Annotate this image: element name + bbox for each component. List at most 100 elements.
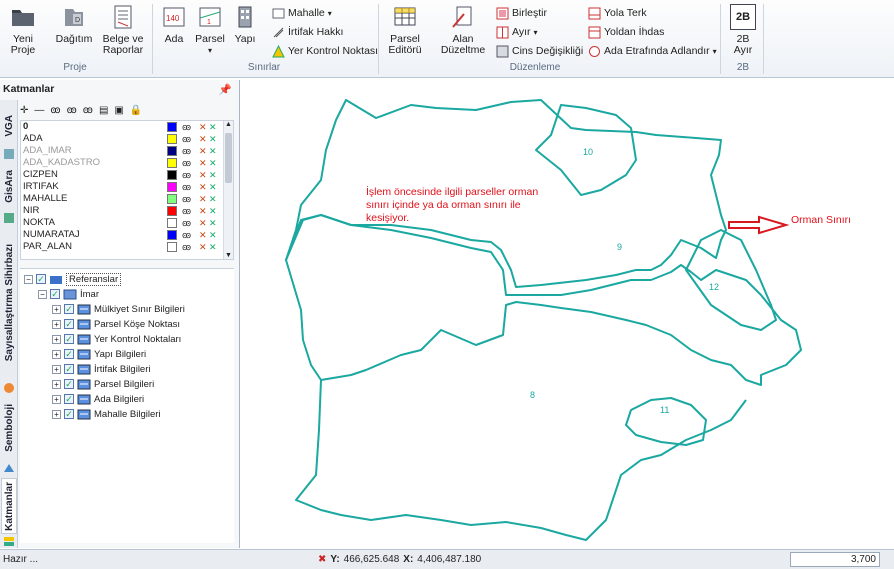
- lock-icon[interactable]: ✕: [209, 145, 217, 157]
- lock-icon[interactable]: ✕: [209, 205, 217, 217]
- tree-node-item[interactable]: + ✓ Mahalle Bilgileri: [52, 407, 161, 421]
- tab-digitizing-wizard[interactable]: Sayısallaştırma Sihirbazı: [1, 228, 17, 378]
- add-layer-icon[interactable]: ✛: [20, 105, 28, 116]
- tree-node-item[interactable]: + ✓ Yer Kontrol Noktaları: [52, 332, 181, 346]
- tree-node-item[interactable]: + ✓ Parsel Bilgileri: [52, 377, 154, 391]
- eye-icon[interactable]: ꙭ: [182, 169, 191, 181]
- control-point-button[interactable]: Yer Kontrol Noktası: [272, 43, 378, 59]
- lock-icon[interactable]: 🔒: [130, 105, 142, 116]
- collapse-toggle[interactable]: −: [38, 289, 47, 299]
- tree-node-imar[interactable]: − ✓ İmar: [38, 287, 99, 301]
- tree-node-item[interactable]: + ✓ Parsel Köşe Noktası: [52, 317, 180, 331]
- eye-icon[interactable]: ꙭ: [182, 241, 191, 253]
- layer-color-swatch[interactable]: [167, 206, 177, 216]
- expand-toggle[interactable]: +: [52, 364, 61, 374]
- road-abandon-button[interactable]: Yola Terk: [588, 5, 647, 21]
- road-create-button[interactable]: Yoldan İhdas: [588, 24, 664, 40]
- visibility-icon[interactable]: ꙭ: [50, 105, 60, 116]
- layer-row[interactable]: NUMARATAJ ꙭ ✕ ✕: [21, 229, 233, 241]
- checkbox[interactable]: ✓: [64, 379, 74, 389]
- freeze-icon[interactable]: ✕: [199, 133, 207, 145]
- layer-row[interactable]: CIZPEN ꙭ ✕ ✕: [21, 169, 233, 181]
- expand-toggle[interactable]: +: [52, 334, 61, 344]
- layer-color-swatch[interactable]: [167, 242, 177, 252]
- lock-icon[interactable]: ✕: [209, 241, 217, 253]
- lock-icon[interactable]: ✕: [209, 133, 217, 145]
- checkbox[interactable]: ✓: [64, 304, 74, 314]
- freeze-icon[interactable]: ✕: [199, 157, 207, 169]
- freeze-icon[interactable]: ✕: [199, 205, 207, 217]
- layer-row[interactable]: ADA_IMAR ꙭ ✕ ✕: [21, 145, 233, 157]
- eye-icon[interactable]: ꙭ: [182, 157, 191, 169]
- tab-layers[interactable]: Katmanlar: [1, 478, 17, 534]
- layer-color-swatch[interactable]: [167, 134, 177, 144]
- tree-node-item[interactable]: + ✓ İrtifak Bilgileri: [52, 362, 151, 376]
- expand-toggle[interactable]: +: [52, 349, 61, 359]
- collapse-toggle[interactable]: −: [24, 274, 33, 284]
- layer-row[interactable]: ADA ꙭ ✕ ✕: [21, 133, 233, 145]
- irtifak-button[interactable]: İrtifak Hakkı: [272, 24, 343, 40]
- expand-toggle[interactable]: +: [52, 394, 61, 404]
- checkbox[interactable]: ✓: [64, 364, 74, 374]
- freeze-icon[interactable]: ✕: [199, 169, 207, 181]
- map-canvas[interactable]: 10 9 12 8 11 İşlem öncesinde ilgili pars…: [241, 80, 894, 548]
- layer-row[interactable]: NIR ꙭ ✕ ✕: [21, 205, 233, 217]
- pin-icon[interactable]: 📌: [219, 83, 232, 96]
- parsel-button[interactable]: 1 Parsel ▾: [194, 4, 226, 56]
- eye-icon[interactable]: ꙭ: [182, 229, 191, 241]
- layer-row[interactable]: IRTIFAK ꙭ ✕ ✕: [21, 181, 233, 193]
- freeze-icon[interactable]: ✕: [199, 241, 207, 253]
- ada-button[interactable]: 140 Ada: [160, 4, 188, 45]
- parcel-editor-button[interactable]: Parsel Editörü: [386, 4, 424, 56]
- checkbox[interactable]: ✓: [36, 274, 46, 284]
- layer-color-swatch[interactable]: [167, 230, 177, 240]
- new-project-button[interactable]: Yeni Proje: [6, 4, 40, 56]
- freeze-icon[interactable]: ✕: [199, 181, 207, 193]
- tree-node-item[interactable]: + ✓ Yapı Bilgileri: [52, 347, 146, 361]
- mahalle-button[interactable]: Mahalle ▾: [272, 5, 332, 21]
- 2b-split-button[interactable]: 2B 2B Ayır: [728, 4, 758, 56]
- tree-node-item[interactable]: + ✓ Mülkiyet Sınır Bilgileri: [52, 302, 185, 316]
- hide-icon[interactable]: ꙭ: [67, 105, 77, 116]
- lock-icon[interactable]: ✕: [209, 157, 217, 169]
- yapi-button[interactable]: Yapı: [232, 4, 258, 45]
- checkbox[interactable]: ✓: [64, 334, 74, 344]
- layer-color-swatch[interactable]: [167, 182, 177, 192]
- layer-color-swatch[interactable]: [167, 158, 177, 168]
- filter-icon[interactable]: ▣: [114, 105, 123, 116]
- layer-color-swatch[interactable]: [167, 170, 177, 180]
- lock-icon[interactable]: ✕: [209, 193, 217, 205]
- lock-icon[interactable]: ✕: [209, 217, 217, 229]
- lock-icon[interactable]: ✕: [209, 169, 217, 181]
- remove-layer-icon[interactable]: —: [34, 105, 44, 116]
- layer-row[interactable]: NOKTA ꙭ ✕ ✕: [21, 217, 233, 229]
- layer-color-swatch[interactable]: [167, 218, 177, 228]
- eye-icon[interactable]: ꙭ: [182, 181, 191, 193]
- tab-gisara[interactable]: GisAra: [1, 164, 17, 208]
- scroll-up-icon[interactable]: ▲: [224, 121, 233, 128]
- layer-row[interactable]: PAR_ALAN ꙭ ✕ ✕: [21, 241, 233, 253]
- layer-row[interactable]: ADA_KADASTRO ꙭ ✕ ✕: [21, 157, 233, 169]
- expand-toggle[interactable]: +: [52, 379, 61, 389]
- tab-vga[interactable]: VGA: [1, 108, 17, 144]
- freeze-icon[interactable]: ✕: [199, 121, 207, 133]
- name-around-block-button[interactable]: Ada Etrafında Adlandır ▾: [588, 43, 717, 59]
- layer-color-swatch[interactable]: [167, 122, 177, 132]
- lock-icon[interactable]: ✕: [209, 121, 217, 133]
- eye-icon[interactable]: ꙭ: [182, 121, 191, 133]
- parcel-boundary-8-left[interactable]: [285, 259, 322, 381]
- tree-node-referanslar[interactable]: − ✓ Referanslar: [24, 272, 122, 286]
- tree-node-item[interactable]: + ✓ Ada Bilgileri: [52, 392, 144, 406]
- eye-icon[interactable]: ꙭ: [182, 217, 191, 229]
- freeze-icon[interactable]: ✕: [199, 229, 207, 241]
- documents-reports-button[interactable]: Belge ve Raporlar: [100, 4, 146, 56]
- freeze-icon[interactable]: ✕: [199, 217, 207, 229]
- properties-icon[interactable]: ▤: [99, 105, 108, 116]
- lock-icon[interactable]: ✕: [209, 181, 217, 193]
- layer-color-swatch[interactable]: [167, 146, 177, 156]
- layer-list-scrollbar[interactable]: ▲ ▼: [223, 121, 233, 259]
- type-change-button[interactable]: Cins Değişikliği: [496, 43, 583, 59]
- checkbox[interactable]: ✓: [64, 394, 74, 404]
- merge-button[interactable]: Birleştir: [496, 5, 547, 21]
- parcel-boundary-9-lower[interactable]: [285, 214, 802, 541]
